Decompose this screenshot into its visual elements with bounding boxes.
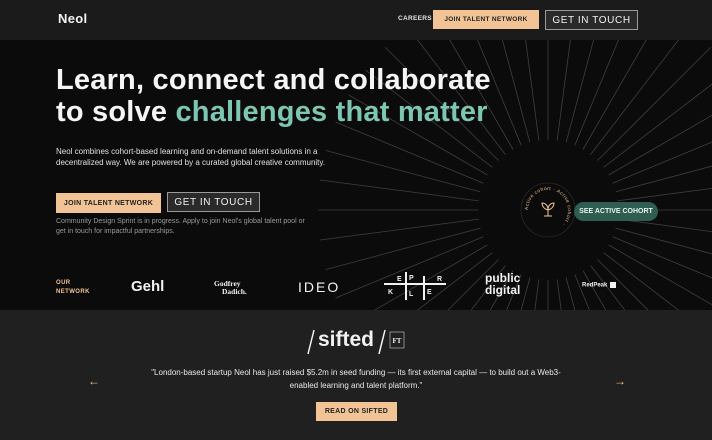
kepler-letter-l: L — [409, 291, 414, 298]
godfrey-dadich-line2: Dadich. — [222, 287, 247, 296]
nav-join-talent-network-button[interactable]: JOIN TALENT NETWORK — [433, 10, 539, 29]
decorative-ray — [612, 236, 712, 279]
decorative-ray — [335, 121, 484, 184]
decorative-ray — [615, 165, 712, 193]
top-navigation: Neol CAREERS JOIN TALENT NETWORK GET IN … — [0, 0, 712, 40]
hero-title-accent: challenges that matter — [175, 96, 488, 128]
next-arrow-icon[interactable]: → — [614, 374, 626, 388]
hero-get-in-touch-button[interactable]: GET IN TOUCH — [167, 192, 260, 212]
hero-title-line2: to solve — [56, 96, 176, 128]
kepler-letter-e2: E — [427, 289, 432, 296]
decorative-ray — [608, 114, 712, 176]
ideo-logo: IDEO — [298, 279, 341, 295]
hero-description: Neol combines cohort-based learning and … — [56, 147, 326, 167]
decorative-ray — [574, 40, 619, 146]
public-digital-logo: public digital — [485, 272, 520, 296]
kepler-logo: K E P L E R — [384, 272, 446, 300]
godfrey-dadich-logo: Godfrey Dadich. — [214, 280, 247, 296]
network-label-line1: OUR — [56, 280, 71, 286]
redpeak-text: RedPeak — [582, 282, 608, 289]
decorative-ray — [319, 179, 479, 202]
decorative-ray — [615, 227, 712, 255]
kepler-letter-p: P — [409, 275, 414, 282]
network-label: OUR NETWORK — [56, 279, 90, 297]
brand-logo[interactable]: Neol — [58, 11, 87, 26]
decorative-ray — [556, 40, 571, 141]
redpeak-mark-icon — [610, 282, 617, 288]
decorative-ray — [319, 218, 479, 241]
decorative-ray — [597, 47, 711, 161]
hero-title-line1: Learn, connect and collaborate — [56, 64, 491, 96]
public-digital-line2: digital — [485, 283, 521, 297]
kepler-letter-k: K — [388, 289, 393, 296]
kepler-letter-r: R — [437, 276, 442, 283]
decorative-ray — [612, 141, 712, 184]
decorative-ray — [582, 270, 607, 310]
decorative-ray — [608, 244, 712, 306]
decorative-ray — [617, 188, 712, 202]
decorative-ray — [525, 40, 540, 141]
hero-note: Community Design Sprint is in progress. … — [56, 218, 305, 235]
see-active-cohort-button[interactable]: SEE ACTIVE COHORT — [574, 202, 658, 221]
press-quote: "London-based startup Neol has just rais… — [151, 368, 561, 390]
decorative-ray — [325, 227, 481, 270]
nav-link-careers[interactable]: CAREERS — [398, 15, 432, 22]
decorative-ray — [565, 40, 594, 143]
decorative-ray — [603, 83, 712, 168]
active-cohort-badge[interactable]: Active cohort · Active cohort · — [520, 182, 576, 238]
kepler-letter-e1: E — [397, 276, 402, 283]
nav-get-in-touch-button[interactable]: GET IN TOUCH — [545, 10, 638, 30]
hero-title: Learn, connect and collaborate to solve … — [56, 64, 491, 128]
decorative-ray — [582, 40, 647, 150]
decorative-ray — [617, 218, 712, 232]
network-label-line2: NETWORK — [56, 289, 90, 295]
decorative-ray — [574, 274, 590, 310]
decorative-ray — [502, 40, 531, 143]
previous-arrow-icon[interactable]: ← — [88, 374, 100, 388]
gehl-logo: Gehl — [131, 278, 165, 295]
sifted-logo-text: sifted — [318, 328, 375, 351]
read-on-sifted-button[interactable]: READ ON SIFTED — [316, 402, 397, 421]
ft-badge-text: FT — [393, 337, 402, 345]
hero-join-talent-network-button[interactable]: JOIN TALENT NETWORK — [56, 193, 161, 213]
redpeak-logo: RedPeak — [582, 282, 617, 289]
